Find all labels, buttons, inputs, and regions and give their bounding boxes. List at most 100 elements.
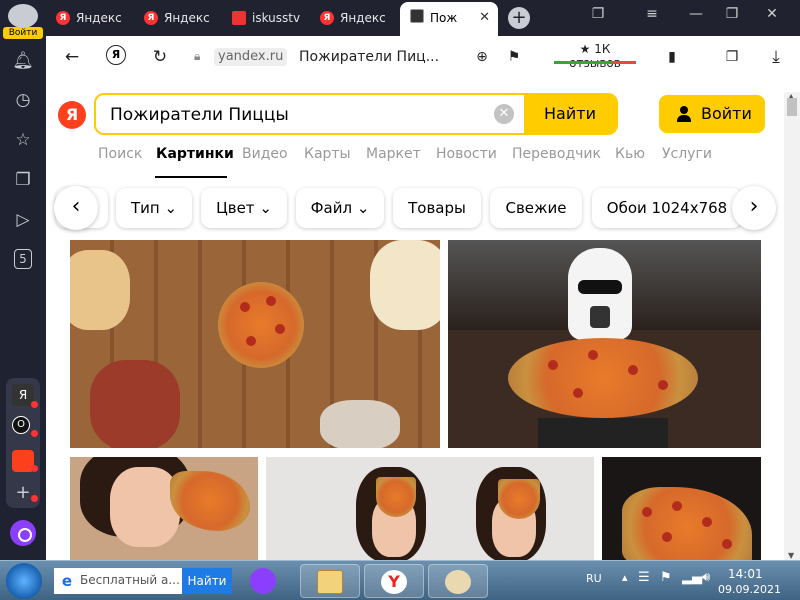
images-favicon-icon [410, 9, 424, 23]
result-image-5[interactable] [602, 457, 761, 560]
filter-type[interactable]: Тип ⌄ [116, 188, 192, 228]
star-icon[interactable]: ☆ [12, 129, 34, 151]
system-tray: RU ▴ ☰ ⚑ ▂▄ 🔊︎ 14:01 09.09.2021 [578, 561, 800, 600]
yandex-home-icon[interactable]: Я [106, 45, 126, 65]
yandex-logo[interactable]: Я [58, 101, 86, 129]
reviews-badge[interactable]: ★ 1К отзывов [554, 42, 636, 70]
close-window-button[interactable]: ✕ [760, 6, 784, 22]
tab-yandex-3[interactable]: Я Яндекс [310, 4, 396, 32]
chevron-down-icon: ⌄ [164, 199, 178, 217]
clock-time[interactable]: 14:01 [728, 567, 763, 581]
collections-icon[interactable]: ❐ [720, 45, 744, 69]
counter-icon[interactable]: 5 [14, 249, 32, 269]
yandex-favicon-icon: Я [320, 11, 334, 25]
active-tab-underline [155, 176, 227, 178]
volume-icon[interactable]: 🔊︎ [702, 570, 710, 585]
tab-pdf[interactable]: iskusstv [222, 4, 308, 32]
stormtrooper-figure [568, 248, 632, 340]
tab-yandex-1[interactable]: Я Яндекс [46, 4, 132, 32]
chevron-down-icon: ⌄ [259, 199, 272, 217]
video-icon[interactable]: ▷ [12, 209, 34, 231]
reload-icon[interactable]: ↻ [148, 45, 172, 69]
service-tab-services[interactable]: Услуги [662, 146, 712, 162]
sidebar-login-button[interactable]: Войти [3, 27, 43, 39]
address-row: ← Я ↻ 🔒︎ yandex.ru Пожиратели Пиц... ⊕ ⚑… [46, 36, 800, 78]
taskbar-search[interactable]: e Бесплатный а... Найти [54, 568, 232, 594]
new-tab-button[interactable]: + [508, 7, 530, 29]
service-tab-q[interactable]: Кью [615, 146, 645, 162]
clear-search-icon[interactable]: ✕ [494, 104, 514, 124]
service-tab-news[interactable]: Новости [436, 146, 497, 162]
result-image-3[interactable] [70, 457, 258, 560]
paint-palette-icon [445, 570, 471, 594]
taskbar-explorer[interactable] [300, 564, 360, 598]
filter-file[interactable]: Файл ⌄ [296, 188, 384, 228]
filter-fresh[interactable]: Свежие [490, 188, 582, 228]
service-tab-translate[interactable]: Переводчик [512, 146, 601, 162]
service-tab-video[interactable]: Видео [242, 146, 288, 162]
yandex-browser-icon: Y [381, 570, 407, 594]
yandex-favicon-icon: Я [56, 11, 70, 25]
zoom-icon[interactable]: ⊕ [470, 45, 494, 69]
service-tab-market[interactable]: Маркет [366, 146, 421, 162]
tab-yandex-2[interactable]: Я Яндекс [134, 4, 220, 32]
add-app-icon[interactable]: + [12, 482, 34, 504]
page-scrollbar[interactable]: ▲ ▼ [784, 92, 800, 560]
service-tab-search[interactable]: Поиск [98, 146, 142, 162]
login-button[interactable]: Войти [659, 95, 765, 133]
chevron-down-icon: ⌄ [356, 199, 370, 217]
avatar[interactable] [8, 4, 38, 28]
scrollbar-thumb[interactable] [787, 98, 797, 116]
taskbar-search-button[interactable]: Найти [182, 568, 232, 594]
bookmark-icon[interactable]: ▮ [660, 45, 684, 69]
search-input[interactable]: Пожиратели Пиццы [110, 105, 289, 125]
scroll-down-icon[interactable]: ▼ [788, 551, 794, 560]
close-tab-icon[interactable]: ✕ [479, 2, 490, 34]
result-image-4[interactable] [266, 457, 594, 560]
network-icon[interactable]: ▂▄ [682, 570, 702, 585]
tabs-menu-icon[interactable]: ❐ [586, 6, 610, 22]
music-app-icon[interactable]: O [12, 416, 30, 434]
start-button[interactable] [6, 563, 42, 599]
tab-strip: Я Яндекс Я Яндекс iskusstv Я Яндекс Пож … [46, 0, 800, 36]
flag-icon[interactable]: ⚑ [660, 570, 672, 585]
result-image-2[interactable] [448, 240, 761, 448]
reviews-rating-bar [554, 61, 636, 64]
search-button[interactable]: Найти [524, 95, 616, 133]
tab-images-active[interactable]: Пож ✕ [400, 2, 498, 36]
extension-icon[interactable]: ⚑ [502, 45, 526, 69]
taskbar-search-input[interactable]: Бесплатный а... [80, 573, 180, 587]
taskbar-paint[interactable] [428, 564, 488, 598]
search-box[interactable]: Пожиратели Пиццы ✕ Найти [94, 93, 618, 135]
collections-icon[interactable]: ❐ [12, 169, 34, 191]
scroll-right-button[interactable]: › [732, 186, 776, 230]
history-icon[interactable]: ◷ [12, 89, 34, 111]
download-icon[interactable]: ⤓ [764, 45, 788, 69]
scroll-left-button[interactable]: ‹ [54, 186, 98, 230]
restore-button[interactable]: ❐ [720, 6, 744, 22]
tray-app-icon[interactable]: ☰ [638, 570, 650, 585]
back-arrow-icon[interactable]: ← [60, 45, 84, 69]
filter-wallpapers[interactable]: Обои 1024x768 [592, 188, 742, 228]
service-tab-maps[interactable]: Карты [304, 146, 351, 162]
url-domain: yandex.ru [214, 48, 288, 66]
filter-color[interactable]: Цвет ⌄ [201, 188, 287, 228]
taskbar-yandex-browser[interactable]: Y [364, 564, 424, 598]
bell-icon[interactable]: 🔔︎ [12, 50, 34, 72]
language-indicator[interactable]: RU [586, 572, 602, 585]
folder-icon [317, 570, 343, 594]
alice-icon[interactable] [250, 568, 276, 594]
menu-icon[interactable]: ≡ [640, 6, 664, 22]
service-tab-images[interactable]: Картинки [156, 146, 234, 162]
browser-e-icon: e [61, 572, 73, 590]
windows-taskbar: e Бесплатный а... Найти Y RU ▴ ☰ ⚑ ▂▄ 🔊︎… [0, 560, 800, 600]
result-image-1[interactable] [70, 240, 440, 448]
yandex-favicon-icon: Я [144, 11, 158, 25]
filter-goods[interactable]: Товары [393, 188, 481, 228]
clock-date[interactable]: 09.09.2021 [718, 583, 781, 596]
pdf-favicon-icon [232, 11, 246, 25]
tray-expand-icon[interactable]: ▴ [622, 571, 628, 584]
alice-icon[interactable] [10, 520, 36, 546]
minimize-button[interactable]: — [684, 6, 708, 22]
lock-icon[interactable]: 🔒︎ [194, 49, 200, 64]
